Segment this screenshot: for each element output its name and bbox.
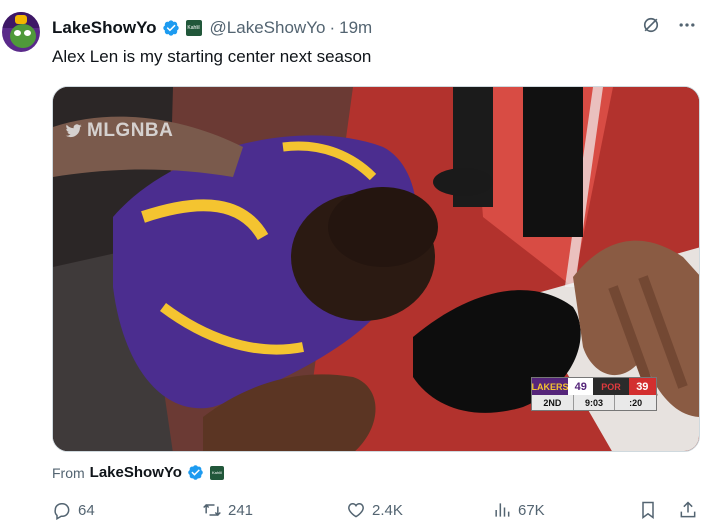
views-icon [495, 503, 510, 517]
tweet-text: Alex Len is my starting center next seas… [52, 47, 372, 66]
bookmark-icon [642, 501, 654, 519]
repost-count: 241 [228, 501, 254, 519]
game-clock: 9:03 [574, 395, 616, 410]
twitter-bird-icon [65, 124, 82, 138]
like-icon [348, 502, 364, 518]
bookmark-button[interactable] [638, 500, 658, 520]
grok-icon[interactable] [640, 14, 662, 36]
home-score: 49 [568, 378, 594, 395]
tweet-video[interactable]: MLGNBA LAKERS 49 POR 39 2ND 9:03 :20 [52, 86, 700, 452]
avatar[interactable] [2, 12, 40, 52]
tweet-header: LakeShowYo Kahlil @LakeShowYo · 19m [52, 16, 372, 40]
video-watermark: MLGNBA [65, 120, 173, 142]
share-button[interactable] [678, 500, 698, 520]
home-team: LAKERS [532, 378, 569, 395]
shot-clock: :20 [629, 397, 643, 408]
repost-button[interactable]: 241 [202, 500, 253, 520]
more-icon[interactable] [676, 14, 698, 36]
like-button[interactable]: 2.4K [346, 500, 403, 520]
from-name[interactable]: LakeShowYo [90, 464, 182, 481]
views-button[interactable]: 67K [492, 500, 545, 520]
tweet-actions: 64 241 2.4K 67K [52, 500, 700, 522]
display-name[interactable]: LakeShowYo [52, 18, 157, 38]
reply-count: 64 [78, 501, 95, 519]
affiliate-badge[interactable]: Kahlil [209, 465, 224, 480]
away-score: 39 [628, 378, 656, 395]
separator-dot: · [329, 18, 336, 37]
verified-icon [162, 20, 179, 36]
tweet-top-actions [640, 14, 698, 36]
reply-icon [54, 503, 70, 520]
video-attribution: From LakeShowYo Kahlil [52, 464, 224, 481]
views-count: 67K [518, 501, 545, 519]
scorebug: LAKERS 49 POR 39 2ND 9:03 :20 [531, 377, 657, 411]
repost-icon [203, 503, 221, 517]
verified-icon [188, 465, 203, 480]
affiliate-badge[interactable]: Kahlil [185, 20, 202, 36]
like-count: 2.4K [372, 501, 403, 519]
share-icon [680, 501, 696, 518]
from-label: From [52, 464, 85, 481]
quarter: 2ND [532, 395, 574, 410]
watermark-text: MLGNBA [87, 120, 174, 141]
timestamp[interactable]: 19m [339, 18, 372, 38]
away-team: POR [593, 378, 629, 395]
handle[interactable]: @LakeShowYo [210, 18, 326, 38]
reply-button[interactable]: 64 [52, 500, 95, 520]
